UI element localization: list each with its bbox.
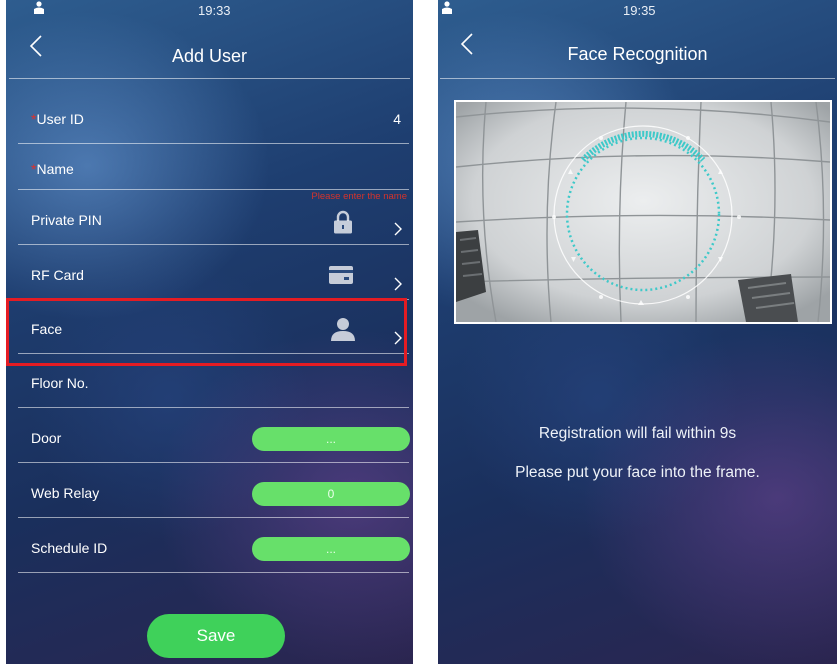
instruction-message: Please put your face into the frame. [515,464,760,481]
lock-icon [334,210,352,234]
camera-preview [454,100,832,324]
page-title: Face Recognition [567,44,708,64]
chevron-right-icon [394,277,402,291]
status-bar: 19:33 [6,0,413,22]
header-bar: Add User [9,22,410,79]
camera-feed [456,102,830,322]
user-id-label: *User ID [31,111,84,127]
private-pin-label: Private PIN [31,212,102,228]
floor-no-label: Floor No. [31,375,89,391]
private-pin-row[interactable]: Please enter the name Private PIN [18,190,409,245]
user-id-value: 4 [393,111,401,127]
header-bar: Face Recognition [440,22,835,79]
face-row-highlight [6,298,407,366]
status-time: 19:35 [623,3,656,18]
user-status-icon [34,1,44,14]
web-relay-label: Web Relay [31,485,100,501]
door-select[interactable]: ... [252,427,410,451]
schedule-id-row[interactable]: Schedule ID ... [18,518,410,573]
status-time: 19:33 [198,3,231,18]
schedule-id-select[interactable]: ... [252,537,410,561]
user-status-icon [442,1,452,14]
name-row[interactable]: *Name [18,135,409,190]
countdown-message: Registration will fail within 9s [538,425,737,442]
name-hint: Please enter the name [311,191,407,202]
chevron-right-icon [394,222,402,236]
face-recognition-screen: 19:35 Face Recognition Registration will… [438,0,837,664]
rf-card-row[interactable]: RF Card [18,245,409,300]
web-relay-row[interactable]: Web Relay 0 [18,463,410,518]
vent-right [738,274,798,322]
web-relay-select[interactable]: 0 [252,482,410,506]
schedule-id-label: Schedule ID [31,540,108,556]
name-label: *Name [31,161,74,177]
page-title: Add User [171,46,248,66]
card-icon [329,266,353,284]
status-bar: 19:35 [438,0,837,22]
rf-card-label: RF Card [31,267,84,283]
door-label: Door [31,430,62,446]
save-button[interactable]: Save [147,614,285,658]
door-row[interactable]: Door ... [18,408,410,463]
